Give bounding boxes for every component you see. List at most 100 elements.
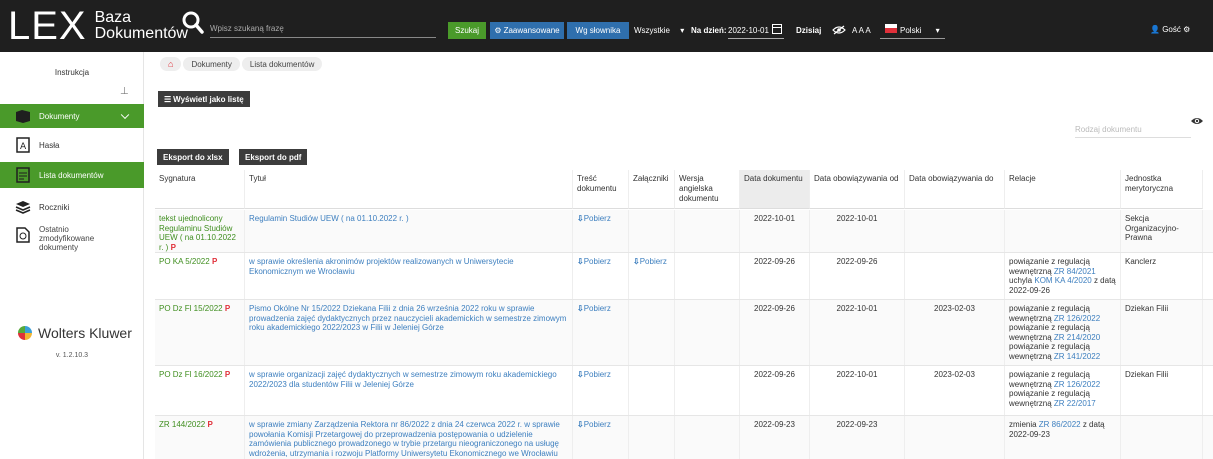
attachments-cell: ⇩Pobierz <box>629 253 675 299</box>
table-row[interactable]: PO Dz Fl 16/2022 Pw sprawie organizacji … <box>155 366 1213 416</box>
download-icon: ⇩ <box>633 257 640 266</box>
unit-cell: Dziekan Filii <box>1121 366 1203 415</box>
col-header-document-date[interactable]: Data dokumentu <box>740 170 810 209</box>
language-select[interactable]: Polski ▾ <box>900 26 940 35</box>
signature-cell: tekst ujednolicony Regulaminu Studiów UE… <box>155 210 245 252</box>
download-content-link[interactable]: ⇩Pobierz <box>577 304 611 313</box>
document-title-link[interactable]: w sprawie określenia akronimów projektów… <box>249 257 514 276</box>
p-marker: P <box>224 304 231 313</box>
settings-gear-icon[interactable]: ⚙ <box>1183 25 1190 34</box>
sidebar-item-yearbooks[interactable]: Roczniki <box>0 196 144 218</box>
search-input[interactable] <box>210 20 436 38</box>
table-row[interactable]: PO Dz Fl 15/2022 P Pismo Okólne Nr 15/202… <box>155 300 1213 366</box>
col-header-title[interactable]: Tytuł <box>245 170 573 209</box>
download-content-link[interactable]: ⇩Pobierz <box>577 214 611 223</box>
col-header-content[interactable]: Treść dokumentu <box>573 170 629 209</box>
signature-link[interactable]: ZR 144/2022 <box>159 420 207 429</box>
breadcrumb-documents[interactable]: Dokumenty <box>183 57 240 71</box>
signature-link[interactable]: PO KA 5/2022 <box>159 257 212 266</box>
scope-select[interactable]: Wszystkie ▾ <box>634 26 684 35</box>
version-label: v. 1.2.10.3 <box>55 352 89 359</box>
signature-link[interactable]: PO Dz Fl 16/2022 <box>159 370 225 379</box>
top-bar: LEX Baza Dokumentów Szukaj ⚙Zaawansowane… <box>0 0 1213 52</box>
signature-link[interactable]: PO Dz Fl 15/2022 <box>159 304 225 313</box>
advanced-search-button[interactable]: ⚙ Zaawansowane <box>490 22 564 39</box>
relation-link[interactable]: ZR 126/2022 <box>1054 314 1100 323</box>
document-type-input[interactable] <box>1075 122 1191 138</box>
relation-link[interactable]: ZR 86/2022 <box>1039 420 1081 429</box>
col-header-english-version[interactable]: Wersja angielska dokumentu <box>675 170 740 209</box>
sidebar-item-document-list[interactable]: Lista dokumentów <box>0 162 144 188</box>
table-row[interactable]: tekst ujednolicony Regulaminu Studiów UE… <box>155 210 1213 253</box>
font-size-controls[interactable]: A A A <box>852 26 871 35</box>
document-title-link[interactable]: w sprawie organizacji zajęć dydaktycznyc… <box>249 370 557 389</box>
content-cell: ⇩Pobierz <box>573 300 629 365</box>
document-date-cell: 2022-09-26 <box>740 253 810 299</box>
relation-link[interactable]: ZR 84/2021 <box>1054 267 1096 276</box>
sidebar-item-keywords[interactable]: A Hasła <box>0 134 144 156</box>
wolters-kluwer-mark-icon <box>18 326 32 340</box>
document-date-cell: 2022-09-26 <box>740 300 810 365</box>
unit-cell <box>1121 416 1203 459</box>
stack-icon <box>15 199 31 215</box>
document-date-cell: 2022-10-01 <box>740 210 810 252</box>
valid-to-cell <box>905 253 1005 299</box>
title-cell: Regulamin Studiów UEW ( na 01.10.2022 r.… <box>245 210 573 252</box>
download-content-link[interactable]: ⇩Pobierz <box>577 370 611 379</box>
document-title-link[interactable]: Pismo Okólne Nr 15/2022 Dziekana Filii z… <box>249 304 566 332</box>
search-button[interactable]: Szukaj <box>448 22 486 39</box>
logo-lex-text: LEX <box>8 4 87 48</box>
col-header-attachments[interactable]: Załączniki <box>629 170 675 209</box>
eye-slash-icon[interactable] <box>832 25 846 35</box>
english-version-cell <box>675 300 740 365</box>
relation-item: powiązanie z regulacją wewnętrzną ZR 141… <box>1009 342 1101 361</box>
document-title-link[interactable]: w sprawie zmiany Zarządzenia Rektora nr … <box>249 420 560 458</box>
list-view-button[interactable]: ☰ Wyświetl jako listę <box>158 91 250 107</box>
lex-logo[interactable]: LEX Baza Dokumentów <box>8 4 188 48</box>
breadcrumb-home[interactable]: ⌂ <box>160 57 182 71</box>
home-icon: ⌂ <box>168 59 174 69</box>
valid-to-cell <box>905 210 1005 252</box>
download-content-link[interactable]: ⇩Pobierz <box>577 420 611 429</box>
col-header-unit[interactable]: Jednostka merytoryczna <box>1121 170 1203 209</box>
eye-icon[interactable] <box>1190 116 1204 126</box>
relation-item: powiązanie z regulacją wewnętrzną ZR 22/… <box>1009 389 1096 408</box>
content-cell: ⇩Pobierz <box>573 366 629 415</box>
sidebar: Instrukcja ⊥ Dokumenty A Hasła Lista dok… <box>0 52 144 459</box>
document-title-link[interactable]: Regulamin Studiów UEW ( na 01.10.2022 r.… <box>249 214 409 223</box>
download-content-link[interactable]: ⇩Pobierz <box>577 257 611 266</box>
sidebar-item-recent[interactable]: Ostatnio zmodyfikowane dokumenty <box>0 225 144 261</box>
relation-item: zmienia ZR 86/2022 z datą 2022-09-23 <box>1009 420 1105 439</box>
dictionary-button[interactable]: Wg słownika <box>567 22 629 39</box>
title-cell: w sprawie organizacji zajęć dydaktycznyc… <box>245 366 573 415</box>
export-xlsx-button[interactable]: Eksport do xlsx <box>157 149 229 165</box>
table-row[interactable]: PO KA 5/2022 Pw sprawie określenia akron… <box>155 253 1213 300</box>
calendar-icon[interactable] <box>772 24 782 34</box>
sidebar-item-documents[interactable]: Dokumenty <box>0 104 144 128</box>
table-row[interactable]: ZR 144/2022 Pw sprawie zmiany Zarządzeni… <box>155 416 1213 459</box>
p-marker: P <box>224 370 231 379</box>
relation-link[interactable]: ZR 141/2022 <box>1054 352 1100 361</box>
today-link[interactable]: Dzisiaj <box>796 26 821 35</box>
search-icon[interactable] <box>182 10 204 34</box>
col-header-valid-to[interactable]: Data obowiązywania do <box>905 170 1005 209</box>
instructions-link[interactable]: Instrukcja <box>0 68 144 77</box>
date-label: Na dzień: <box>691 26 727 35</box>
pin-icon[interactable]: ⊥ <box>120 87 130 97</box>
col-header-signature[interactable]: Sygnatura <box>155 170 245 209</box>
relation-item: powiązanie z regulacją wewnętrzną ZR 214… <box>1009 323 1101 342</box>
english-version-cell <box>675 416 740 459</box>
export-pdf-button[interactable]: Eksport do pdf <box>239 149 308 165</box>
relation-link[interactable]: ZR 126/2022 <box>1054 380 1100 389</box>
recent-docs-icon <box>15 227 31 243</box>
relation-link[interactable]: KOM KA 4/2020 <box>1034 276 1091 285</box>
user-menu[interactable]: 👤 Gość ⚙ <box>1150 25 1190 34</box>
relation-link[interactable]: ZR 22/2017 <box>1054 399 1096 408</box>
col-header-valid-from[interactable]: Data obowiązywania od <box>810 170 905 209</box>
document-list-icon <box>15 167 31 183</box>
relation-link[interactable]: ZR 214/2020 <box>1054 333 1100 342</box>
relation-item: powiązanie z regulacją wewnętrzną ZR 84/… <box>1009 257 1096 276</box>
col-header-relations[interactable]: Relacje <box>1005 170 1121 209</box>
download-attachment-link[interactable]: ⇩Pobierz <box>633 257 667 266</box>
unit-cell: Dziekan Filii <box>1121 300 1203 365</box>
